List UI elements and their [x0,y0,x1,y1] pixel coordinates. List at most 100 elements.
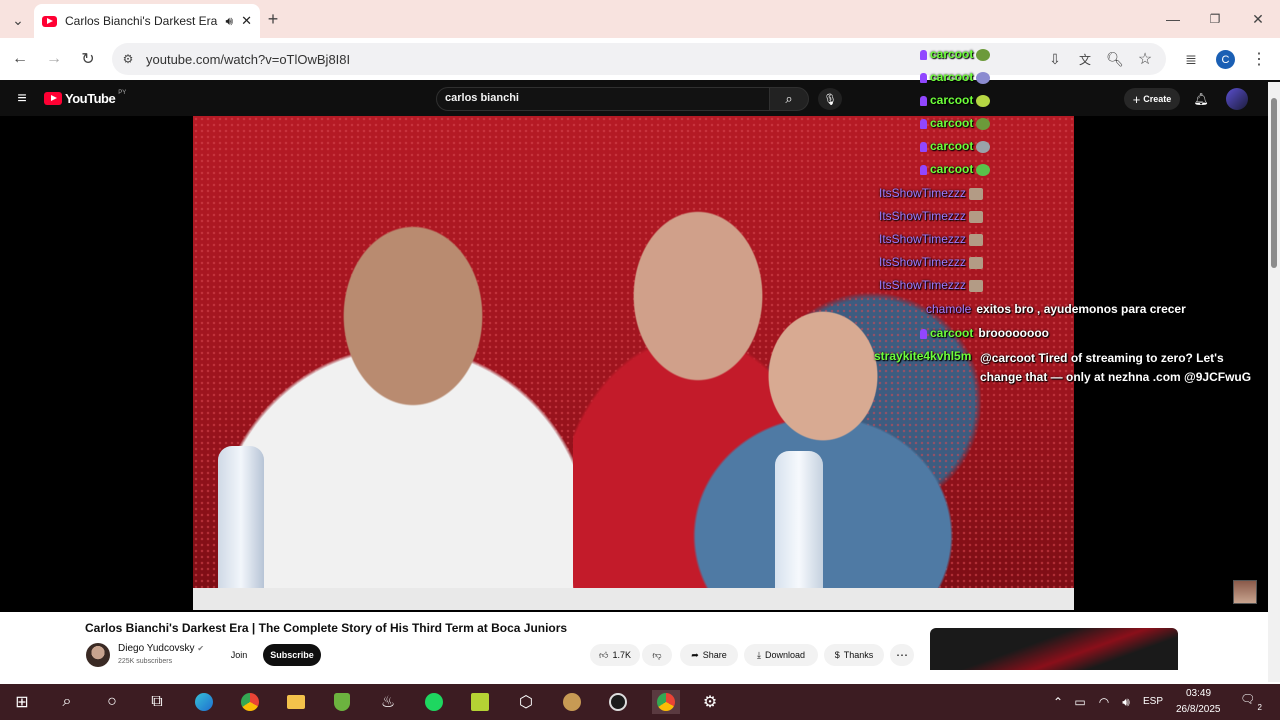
subscriber-count: 225K subscribers [118,658,173,665]
channel-name[interactable]: Diego Yudcovsky ✔ [118,643,204,654]
emote-icon [968,187,983,200]
forward-icon[interactable]: → [44,49,64,69]
vpn-shield-icon[interactable] [330,690,354,714]
sub-badge-icon [920,118,927,129]
chat-username: carcoot [930,47,974,61]
plus-icon: + [1132,91,1141,107]
profile-avatar[interactable]: C [1216,50,1235,69]
input-language[interactable]: ESP [1143,696,1163,707]
windows-start-icon[interactable]: ⊞ [10,690,34,714]
battery-icon[interactable]: ▭ [1068,690,1092,714]
channel-avatar[interactable] [1226,88,1248,110]
thumbs-up-icon: 👍︎ [599,649,609,660]
speaker-icon[interactable]: 🔊︎ [226,14,234,29]
recommended-thumbnail[interactable] [930,628,1178,670]
tab-search-icon[interactable]: ⌄ [8,10,28,30]
tab-title: Carlos Bianchi's Darkest Era [65,14,218,28]
chat-message: carcoot [920,93,991,107]
back-icon[interactable]: ← [10,49,30,69]
install-app-icon[interactable]: ⇩ [1046,50,1064,68]
youtube-logo[interactable]: YouTube PY [44,90,126,106]
create-label: Create [1143,94,1172,104]
like-button[interactable]: 👍︎ 1.7K [590,644,640,666]
search-button[interactable]: ⌕ [769,87,809,111]
hamburger-menu-icon[interactable]: ≡ [12,89,32,109]
sub-badge-icon [920,328,927,339]
create-button[interactable]: + Create [1124,88,1180,110]
voice-search-icon[interactable]: 🎙︎ [818,88,842,110]
new-tab-icon[interactable]: + [264,9,282,29]
water-bottle-left [218,446,264,606]
obs-icon[interactable] [606,690,630,714]
subscribe-button[interactable]: Subscribe [263,644,321,666]
sub-badge-icon [920,72,927,83]
translate-icon[interactable]: 文 [1076,50,1094,68]
chat-message: carcoot [920,162,991,176]
notification-center-icon[interactable]: 🗨︎ 2 [1240,692,1262,712]
browser-menu-icon[interactable]: ⋮ [1250,50,1268,68]
restore-icon[interactable]: ❐ [1206,10,1224,28]
chrome-icon[interactable] [238,690,262,714]
url-text: youtube.com/watch?v=oTlOwBj8I8I [146,51,351,67]
tab-close-icon[interactable]: ✕ [241,13,252,29]
chrome-active-icon[interactable] [652,690,680,714]
clock-date[interactable]: 26/8/2025 [1176,704,1221,715]
more-actions-button[interactable]: ⋯ [890,644,914,666]
reload-icon[interactable]: ↻ [78,49,98,69]
browser-tab[interactable]: Carlos Bianchi's Darkest Era 🔊︎ ✕ [34,4,260,38]
epic-hexagon-icon[interactable]: ⬡ [514,690,538,714]
chat-message: ItsShowTimezzz [879,186,983,200]
chat-username: straykite4kvhl5m [874,349,972,363]
emote-icon [968,279,983,292]
thanks-button[interactable]: $ Thanks [824,644,884,666]
zoom-icon[interactable]: 🔍︎ [1106,50,1124,68]
edge-icon[interactable] [192,690,216,714]
clock-time[interactable]: 03:49 [1186,688,1211,699]
download-button[interactable]: ⤓ Download [744,644,818,666]
search-icon[interactable]: ⌕ [55,690,79,714]
game-launcher-icon[interactable] [560,690,584,714]
file-explorer-icon[interactable] [284,690,308,714]
emote-icon [976,140,991,153]
search-input[interactable]: carlos bianchi [436,87,770,111]
chat-message: carcoot broooooooo [920,326,1049,340]
share-button[interactable]: ➦ Share [680,644,738,666]
tray-overflow-icon[interactable]: ⌃ [1046,690,1070,714]
site-info-icon[interactable]: ⚙ [120,51,136,67]
join-button[interactable]: Join [220,644,258,666]
table-edge [193,588,1074,610]
cortana-icon[interactable]: ○ [100,690,124,714]
pip-thumbnail[interactable] [1233,580,1257,604]
chat-username: carcoot [930,162,974,176]
dislike-button[interactable]: 👎︎ [642,644,672,666]
chat-username: ItsShowTimezzz [879,209,966,223]
scrollbar-thumb[interactable] [1271,98,1277,268]
bookmark-star-icon[interactable]: ☆ [1136,50,1154,68]
download-label: Download [764,650,805,660]
notifications-bell-icon[interactable]: 🔔︎ [1192,90,1210,108]
media-queue-icon[interactable]: ≣ [1182,50,1200,68]
notes-app-icon[interactable] [468,690,492,714]
chat-username: ItsShowTimezzz [879,186,966,200]
sub-badge-icon [920,49,927,60]
channel-avatar-small[interactable] [86,643,110,667]
wifi-icon[interactable]: ◠ [1092,690,1116,714]
window-close-icon[interactable]: ✕ [1249,10,1267,28]
page-scrollbar[interactable] [1268,82,1280,682]
task-view-icon[interactable]: ⧉ [145,690,169,714]
thumbs-down-icon: 👎︎ [652,649,662,660]
address-bar[interactable]: youtube.com/watch?v=oTlOwBj8I8I [112,43,1166,75]
chat-username: carcoot [930,116,974,130]
volume-icon[interactable]: 🔊︎ [1114,690,1138,714]
chat-message: straykite4kvhl5m @carcoot Tired of strea… [874,349,1266,387]
person-left [233,206,593,610]
chat-message: ItsShowTimezzz [879,232,983,246]
settings-gear-icon[interactable]: ⚙ [698,690,722,714]
like-count: 1.7K [612,650,631,660]
emote-icon [968,233,983,246]
chat-text: broooooooo [978,326,1049,340]
steam-icon[interactable]: ♨ [376,690,400,714]
chat-username: ItsShowTimezzz [879,255,966,269]
minimize-icon[interactable]: — [1164,10,1182,28]
spotify-icon[interactable] [422,690,446,714]
